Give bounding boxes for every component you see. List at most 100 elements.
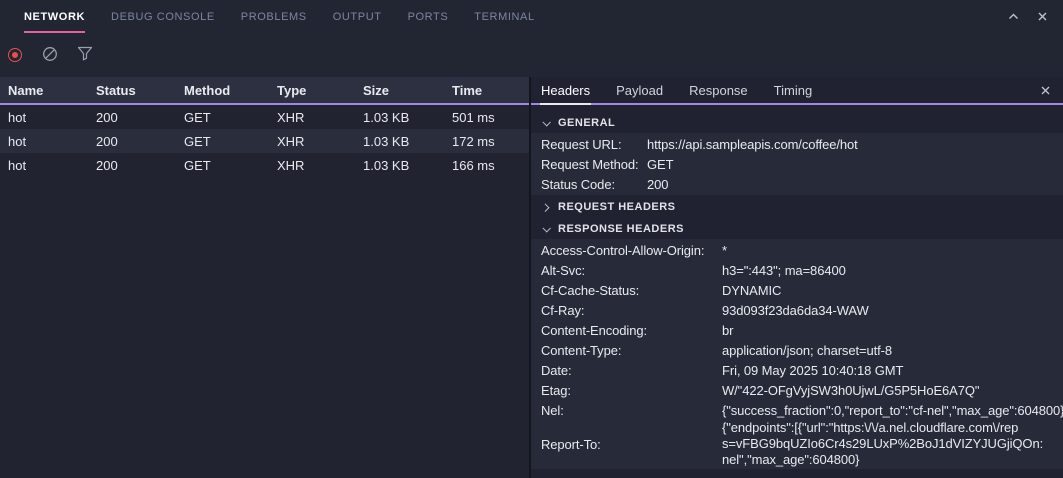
- section-title: RESPONSE HEADERS: [558, 223, 684, 235]
- table-cell: XHR: [277, 110, 363, 125]
- table-cell: GET: [184, 158, 277, 173]
- header-name: Etag:: [541, 383, 722, 398]
- section-title: GENERAL: [558, 117, 615, 129]
- header-name: Report-To:: [541, 437, 722, 452]
- record-button[interactable]: [7, 47, 23, 63]
- table-cell: 1.03 KB: [363, 134, 452, 149]
- header-row: Content-Encoding:br: [531, 320, 1063, 340]
- header-value-line: nel","max_age":604800}: [722, 452, 1063, 468]
- header-value: Fri, 09 May 2025 10:40:18 GMT: [722, 363, 1063, 378]
- header-row: Content-Type:application/json; charset=u…: [531, 340, 1063, 360]
- header-value: GET: [647, 157, 1063, 172]
- header-row: Cf-Cache-Status:DYNAMIC: [531, 280, 1063, 300]
- header-value: 93d093f23da6da34-WAW: [722, 303, 1063, 318]
- details-tab-timing[interactable]: Timing: [773, 77, 814, 105]
- header-value: *: [722, 243, 1063, 258]
- table-cell: 200: [96, 134, 184, 149]
- tab-ports[interactable]: PORTS: [408, 0, 449, 33]
- network-toolbar: [0, 33, 1063, 77]
- filter-icon: [77, 46, 93, 64]
- table-cell: 1.03 KB: [363, 110, 452, 125]
- header-row: Etag:W/"422-OFgVyjSW3h0UjwL/G5P5HoE6A7Q": [531, 380, 1063, 400]
- tab-output[interactable]: OUTPUT: [333, 0, 382, 33]
- header-name: Request Method:: [541, 157, 647, 172]
- header-value-line: s=vFBG9bqUZIo6Cr4s29LUxP%2BoJ1dVIZYJUGji…: [722, 436, 1063, 452]
- details-body: GENERAL Request URL:https://api.sampleapi…: [531, 105, 1063, 478]
- table-row[interactable]: hot200GETXHR1.03 KB166 ms: [0, 153, 529, 177]
- column-header-status: Status: [96, 83, 184, 98]
- table-row[interactable]: hot200GETXHR1.03 KB501 ms: [0, 105, 529, 129]
- chevron-up-icon: [1007, 10, 1020, 23]
- section-header-request-headers[interactable]: REQUEST HEADERS: [531, 196, 1063, 217]
- requests-table: NameStatusMethodTypeSizeTime hot200GETXH…: [0, 77, 531, 478]
- column-header-time: Time: [452, 83, 529, 98]
- details-tab-response[interactable]: Response: [688, 77, 749, 105]
- tab-network[interactable]: NETWORK: [24, 0, 85, 33]
- section-header-response-headers[interactable]: RESPONSE HEADERS: [531, 218, 1063, 239]
- panel-tab-bar: NETWORK DEBUG CONSOLE PROBLEMS OUTPUT PORTS T…: [0, 0, 1063, 33]
- header-row: Report-To:{"endpoints":[{"url":"https:\/…: [531, 420, 1063, 468]
- header-value: {"endpoints":[{"url":"https:\/\/a.nel.cl…: [722, 420, 1063, 468]
- circle-slash-icon: [42, 46, 58, 65]
- column-header-size: Size: [363, 83, 452, 98]
- header-value-line: {"endpoints":[{"url":"https:\/\/a.nel.cl…: [722, 420, 1063, 436]
- panel-tabs: NETWORK DEBUG CONSOLE PROBLEMS OUTPUT PORTS T…: [24, 0, 561, 33]
- header-name: Request URL:: [541, 137, 647, 152]
- table-cell: 166 ms: [452, 158, 529, 173]
- column-header-name: Name: [8, 83, 96, 98]
- close-details-button[interactable]: [1039, 77, 1052, 103]
- close-icon: [1039, 84, 1052, 97]
- tab-terminal[interactable]: TERMINAL: [474, 0, 534, 33]
- details-tabs: Headers Payload Response Timing: [540, 77, 837, 103]
- header-value: h3=":443"; ma=86400: [722, 263, 1063, 278]
- panel-content: NameStatusMethodTypeSizeTime hot200GETXH…: [0, 77, 1063, 478]
- header-row: Date:Fri, 09 May 2025 10:40:18 GMT: [531, 360, 1063, 380]
- tab-debug-console[interactable]: DEBUG CONSOLE: [111, 0, 215, 33]
- header-value: W/"422-OFgVyjSW3h0UjwL/G5P5HoE6A7Q": [722, 383, 1063, 398]
- header-name: Nel:: [541, 403, 722, 418]
- header-name: Cf-Cache-Status:: [541, 283, 722, 298]
- header-value: application/json; charset=utf-8: [722, 343, 1063, 358]
- section-rows: Access-Control-Allow-Origin:*Alt-Svc:h3=…: [531, 239, 1063, 469]
- chevron-right-icon: [541, 203, 549, 211]
- chevron-down-icon: [542, 224, 550, 232]
- header-value: https://api.sampleapis.com/coffee/hot: [647, 137, 1063, 152]
- table-header-row: NameStatusMethodTypeSizeTime: [0, 77, 529, 105]
- maximize-panel-button[interactable]: [1007, 10, 1020, 23]
- section-rows: Request URL:https://api.sampleapis.com/c…: [531, 133, 1063, 195]
- header-value: 200: [647, 177, 1063, 192]
- table-cell: 200: [96, 110, 184, 125]
- chevron-down-icon: [542, 118, 550, 126]
- header-name: Content-Type:: [541, 343, 722, 358]
- header-row: Nel:{"success_fraction":0,"report_to":"c…: [531, 400, 1063, 420]
- table-row[interactable]: hot200GETXHR1.03 KB172 ms: [0, 129, 529, 153]
- header-value: DYNAMIC: [722, 283, 1063, 298]
- table-cell: hot: [8, 134, 96, 149]
- column-header-method: Method: [184, 83, 277, 98]
- header-name: Status Code:: [541, 177, 647, 192]
- close-panel-button[interactable]: [1036, 10, 1049, 23]
- details-tab-headers[interactable]: Headers: [540, 77, 591, 105]
- header-name: Access-Control-Allow-Origin:: [541, 243, 722, 258]
- section-header-general[interactable]: GENERAL: [531, 112, 1063, 133]
- devtools-bottom-panel: NETWORK DEBUG CONSOLE PROBLEMS OUTPUT PORTS T…: [0, 0, 1063, 478]
- close-icon: [1036, 10, 1049, 23]
- header-row: Alt-Svc:h3=":443"; ma=86400: [531, 260, 1063, 280]
- header-value: br: [722, 323, 1063, 338]
- panel-actions: [1007, 0, 1049, 33]
- table-cell: XHR: [277, 134, 363, 149]
- tab-problems[interactable]: PROBLEMS: [241, 0, 307, 33]
- header-name: Cf-Ray:: [541, 303, 722, 318]
- table-cell: hot: [8, 110, 96, 125]
- filter-button[interactable]: [77, 47, 93, 63]
- header-row: Request Method:GET: [531, 154, 1063, 174]
- details-tab-bar: Headers Payload Response Timing: [531, 77, 1063, 105]
- table-body: hot200GETXHR1.03 KB501 mshot200GETXHR1.0…: [0, 105, 529, 177]
- details-tab-payload[interactable]: Payload: [615, 77, 664, 105]
- header-name: Date:: [541, 363, 722, 378]
- header-name: Alt-Svc:: [541, 263, 722, 278]
- clear-button[interactable]: [42, 47, 58, 63]
- section-general: GENERAL Request URL:https://api.sampleapi…: [531, 112, 1063, 195]
- table-cell: 200: [96, 158, 184, 173]
- header-row: Access-Control-Allow-Origin:*: [531, 240, 1063, 260]
